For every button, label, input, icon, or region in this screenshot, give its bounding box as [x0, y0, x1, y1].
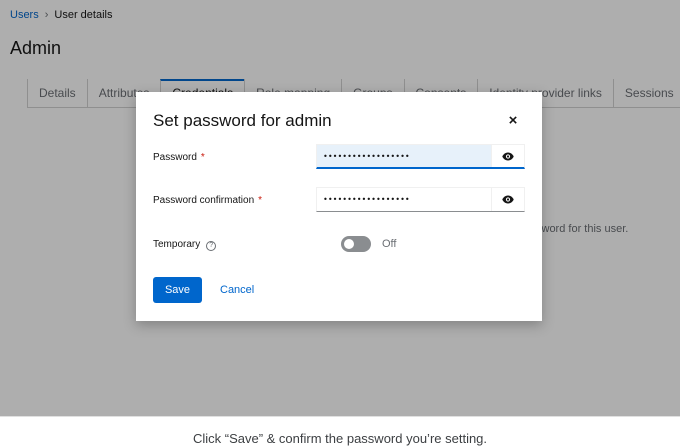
temporary-label-text: Temporary: [153, 239, 201, 250]
cancel-button[interactable]: Cancel: [212, 277, 262, 303]
toggle-knob: [344, 239, 354, 249]
password-confirmation-label: Password confirmation *: [153, 195, 262, 206]
set-password-modal: Set password for admin × Password* Passw…: [136, 92, 542, 321]
app-window: Users › User details Admin Details Attri…: [0, 0, 680, 416]
help-icon[interactable]: ?: [206, 241, 217, 251]
password-confirmation-field-group: [316, 187, 525, 212]
password-input[interactable]: [317, 145, 491, 167]
eye-icon[interactable]: [491, 145, 524, 167]
caption-bar: Click “Save” & confirm the password you’…: [0, 416, 680, 446]
password-confirmation-label-text: Password confirmation: [153, 195, 255, 206]
password-confirmation-input[interactable]: [317, 188, 491, 211]
temporary-toggle[interactable]: [341, 236, 371, 252]
save-button[interactable]: Save: [153, 277, 202, 303]
password-label: Password *: [153, 152, 205, 163]
modal-title: Set password for admin: [153, 111, 332, 130]
instruction-caption: Click “Save” & confirm the password you’…: [192, 431, 488, 446]
required-marker: *: [200, 152, 205, 163]
password-field-group: [316, 144, 525, 169]
eye-icon[interactable]: [491, 188, 524, 211]
required-marker: *: [258, 195, 263, 206]
password-label-text: Password: [153, 152, 197, 163]
temporary-state-label: Off: [382, 238, 397, 250]
close-icon[interactable]: ×: [504, 112, 522, 130]
temporary-label: Temporary?: [153, 239, 217, 251]
